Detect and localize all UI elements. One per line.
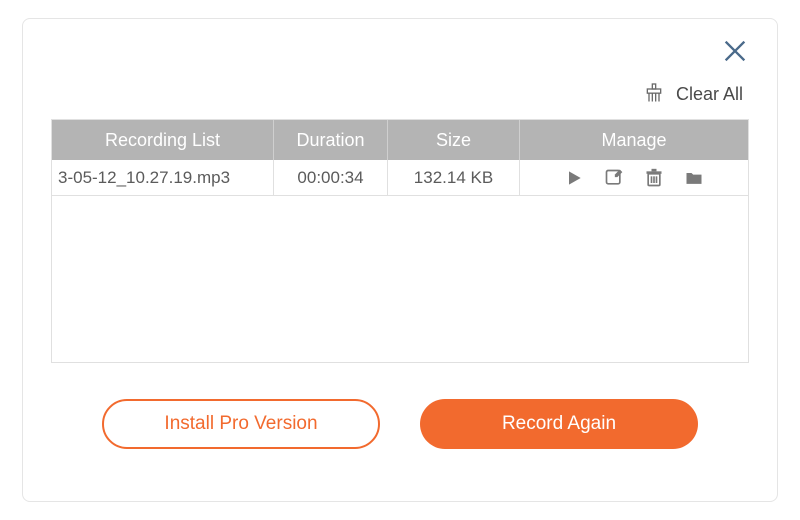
install-pro-button[interactable]: Install Pro Version xyxy=(102,399,380,449)
recording-list-dialog: Clear All Recording List Duration Size M… xyxy=(22,18,778,502)
header-manage: Manage xyxy=(520,120,748,160)
toolbar: Clear All xyxy=(51,83,749,105)
cell-size: 132.14 KB xyxy=(388,160,520,195)
close-icon xyxy=(721,37,749,65)
table-row[interactable]: 3-05-12_10.27.19.mp3 00:00:34 132.14 KB xyxy=(52,160,748,196)
table-header: Recording List Duration Size Manage xyxy=(52,120,748,160)
cell-duration: 00:00:34 xyxy=(274,160,388,195)
recording-table: Recording List Duration Size Manage 3-05… xyxy=(51,119,749,363)
header-recording-list: Recording List xyxy=(52,120,274,160)
header-duration: Duration xyxy=(274,120,388,160)
cell-filename: 3-05-12_10.27.19.mp3 xyxy=(52,160,274,195)
clear-all-button[interactable]: Clear All xyxy=(676,84,743,105)
close-button[interactable] xyxy=(721,37,749,65)
header-size: Size xyxy=(388,120,520,160)
cell-manage xyxy=(520,160,748,195)
footer: Install Pro Version Record Again xyxy=(51,399,749,449)
play-icon[interactable] xyxy=(564,168,584,188)
edit-icon[interactable] xyxy=(604,168,624,188)
brush-icon xyxy=(644,83,664,105)
table-body: 3-05-12_10.27.19.mp3 00:00:34 132.14 KB xyxy=(52,160,748,362)
trash-icon[interactable] xyxy=(644,168,664,188)
record-again-button[interactable]: Record Again xyxy=(420,399,698,449)
folder-icon[interactable] xyxy=(684,168,704,188)
